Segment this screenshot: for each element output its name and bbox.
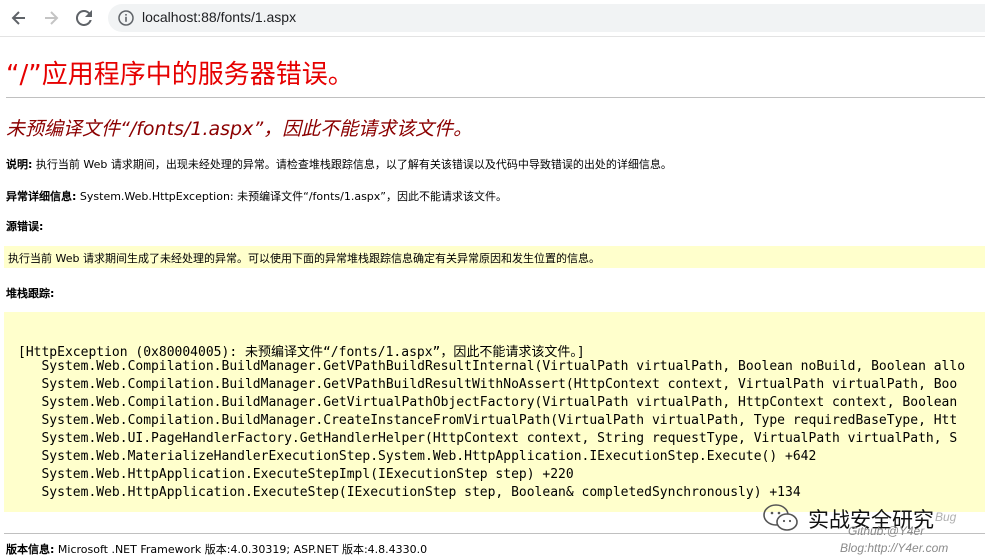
stack-line: System.Web.Compilation.BuildManager.GetV…	[18, 359, 966, 374]
wechat-logo-icon	[763, 504, 798, 531]
stack-trace-box: [HttpException (0x80004005): 未预编译文件“/fon…	[4, 312, 985, 512]
address-bar[interactable]: localhost:88/fonts/1.aspx	[108, 4, 985, 32]
browser-toolbar: localhost:88/fonts/1.aspx	[0, 0, 985, 37]
reload-icon[interactable]	[73, 7, 95, 29]
back-arrow-icon[interactable]	[8, 7, 30, 29]
source-error-box: 执行当前 Web 请求期间生成了未经处理的异常。可以使用下面的异常堆栈跟踪信息确…	[4, 246, 985, 268]
version-text: Microsoft .NET Framework 版本:4.0.30319; A…	[54, 543, 428, 556]
stack-line: System.Web.UI.PageHandlerFactory.GetHand…	[18, 431, 958, 446]
description-label: 说明:	[6, 158, 33, 171]
source-error-label: 源错误:	[6, 220, 44, 233]
stack-line: System.Web.MaterializeHandlerExecutionSt…	[18, 449, 817, 464]
description-text: 执行当前 Web 请求期间，出现未经处理的异常。请检查堆栈跟踪信息，以了解有关该…	[32, 158, 672, 171]
info-icon[interactable]	[118, 10, 134, 26]
source-error-text: 执行当前 Web 请求期间生成了未经处理的异常。可以使用下面的异常堆栈跟踪信息确…	[8, 252, 600, 265]
stack-line: System.Web.HttpApplication.ExecuteStep(I…	[18, 485, 801, 500]
stack-line: [HttpException (0x80004005): 未预编译文件“/fon…	[18, 345, 585, 360]
exception-paragraph: 异常详细信息: System.Web.HttpException: 未预编译文件…	[6, 188, 507, 204]
stack-trace-label: 堆栈跟踪:	[6, 287, 55, 300]
stack-line: System.Web.Compilation.BuildManager.GetV…	[18, 395, 958, 410]
url-text[interactable]: localhost:88/fonts/1.aspx	[142, 9, 296, 25]
title-divider	[6, 97, 985, 98]
exception-text: System.Web.HttpException: 未预编译文件“/fonts/…	[76, 190, 508, 203]
watermark-github: Github:@Y4er	[848, 524, 925, 538]
error-subtitle: 未预编译文件“/fonts/1.aspx”，因此不能请求该文件。	[6, 118, 473, 140]
forward-arrow-icon[interactable]	[40, 7, 62, 29]
exception-label: 异常详细信息:	[6, 190, 77, 203]
version-label: 版本信息:	[6, 543, 55, 556]
stack-line: System.Web.HttpApplication.ExecuteStepIm…	[18, 467, 574, 482]
stack-line: System.Web.Compilation.BuildManager.GetV…	[18, 377, 958, 392]
version-paragraph: 版本信息: Microsoft .NET Framework 版本:4.0.30…	[6, 541, 427, 557]
page-title: “/”应用程序中的服务器错误。	[6, 60, 354, 90]
watermark-blog: Blog:http://Y4er.com	[840, 541, 949, 555]
watermark-bug-text: Bug	[935, 510, 957, 524]
description-paragraph: 说明: 执行当前 Web 请求期间，出现未经处理的异常。请检查堆栈跟踪信息，以了…	[6, 156, 672, 172]
stack-line: System.Web.Compilation.BuildManager.Crea…	[18, 413, 958, 428]
